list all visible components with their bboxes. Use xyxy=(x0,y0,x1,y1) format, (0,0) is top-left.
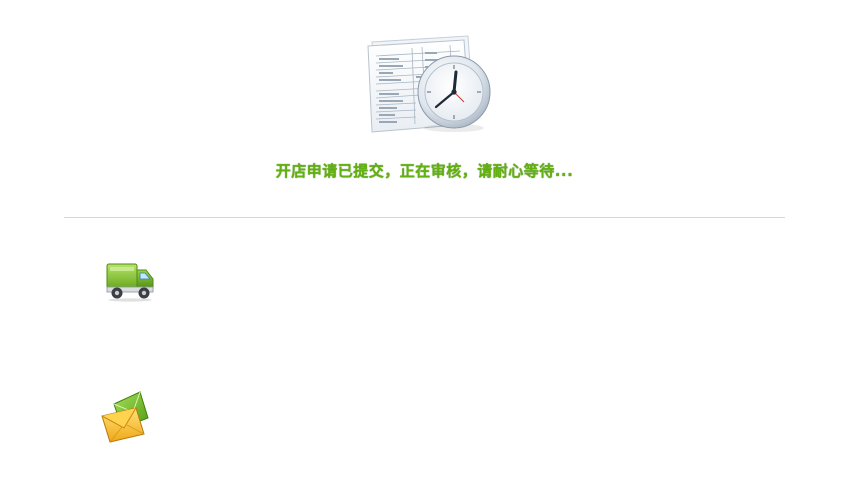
divider xyxy=(64,217,785,218)
status-message: 开店申请已提交，正在审核，请耐心等待... xyxy=(275,162,574,180)
application-status-page: 开店申请已提交，正在审核，请耐心等待... xyxy=(0,0,849,500)
document-clock-icon xyxy=(367,35,491,133)
envelope-icon xyxy=(101,391,149,443)
truck-icon xyxy=(106,263,154,302)
